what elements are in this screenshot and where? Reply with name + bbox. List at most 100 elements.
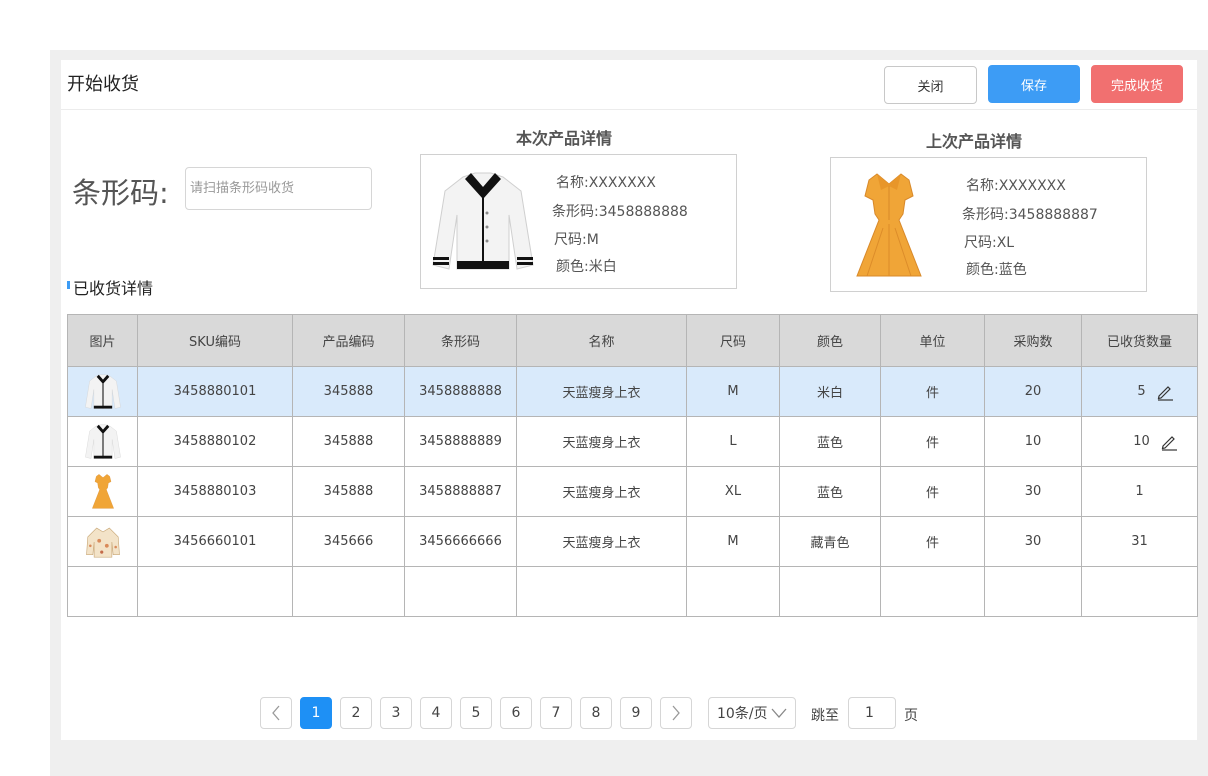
- page-9-button[interactable]: 9: [620, 697, 652, 729]
- page-6-button[interactable]: 6: [500, 697, 532, 729]
- row-received: 5: [1137, 384, 1146, 399]
- page-size-select[interactable]: 10条/页: [708, 697, 796, 729]
- row-unit: 件: [880, 466, 985, 517]
- current-product-size: 尺码:M: [554, 232, 599, 248]
- column-header-unit: 单位: [880, 314, 985, 367]
- column-header-barcode: 条形码: [404, 314, 517, 367]
- row-unit: 件: [880, 416, 985, 467]
- edit-icon[interactable]: [1160, 433, 1178, 451]
- table-row[interactable]: 3456660101 345666 3456666666 天蓝瘦身上衣 M 藏青…: [67, 516, 1198, 567]
- jump-page-input[interactable]: [848, 697, 896, 729]
- page-suffix-label: 页: [904, 708, 918, 724]
- empty-cell: [516, 566, 687, 617]
- row-color: 蓝色: [779, 466, 881, 517]
- empty-cell: [67, 566, 138, 617]
- table-row[interactable]: 3458880102 345888 3458888889 天蓝瘦身上衣 L 蓝色…: [67, 416, 1198, 467]
- column-header-color: 颜色: [779, 314, 881, 367]
- row-barcode: 3458888889: [404, 416, 517, 467]
- yellow-dress-image: [91, 473, 114, 508]
- row-image-cell: [67, 366, 138, 417]
- barcode-label: 条形码:: [72, 176, 169, 210]
- column-header-name: 名称: [516, 314, 687, 367]
- page-size-value: 10条/页: [717, 706, 768, 722]
- row-image-cell: [67, 516, 138, 567]
- last-product-size: 尺码:XL: [964, 235, 1015, 251]
- floral-blouse-image: [85, 527, 120, 558]
- row-received-cell: 10: [1081, 416, 1198, 467]
- row-size: XL: [686, 466, 780, 517]
- row-name: 天蓝瘦身上衣: [516, 516, 687, 567]
- page-2-button[interactable]: 2: [340, 697, 372, 729]
- column-header-size: 尺码: [686, 314, 780, 367]
- edit-icon[interactable]: [1156, 383, 1174, 401]
- row-product-code: 345888: [292, 466, 405, 517]
- yellow-dress-image: [856, 173, 922, 277]
- column-header-product-code: 产品编码: [292, 314, 405, 367]
- last-product-title: 上次产品详情: [926, 132, 1023, 151]
- row-barcode: 3456666666: [404, 516, 517, 567]
- white-cardigan-image: [432, 172, 534, 270]
- row-ordered: 20: [984, 366, 1082, 417]
- white-cardigan-image: [84, 424, 121, 459]
- row-sku: 3458880102: [137, 416, 293, 467]
- page-5-button[interactable]: 5: [460, 697, 492, 729]
- row-name: 天蓝瘦身上衣: [516, 416, 687, 467]
- save-button[interactable]: 保存: [988, 65, 1080, 103]
- column-header-image: 图片: [67, 314, 138, 367]
- row-image-cell: [67, 466, 138, 517]
- row-ordered: 30: [984, 466, 1082, 517]
- row-barcode: 3458888888: [404, 366, 517, 417]
- row-unit: 件: [880, 516, 985, 567]
- current-product-color: 颜色:米白: [556, 259, 617, 275]
- row-product-code: 345888: [292, 366, 405, 417]
- prev-page-button[interactable]: [260, 697, 292, 729]
- empty-cell: [137, 566, 293, 617]
- table-header-row: 图片 SKU编码 产品编码 条形码 名称 尺码 颜色 单位 采购数 已收货数量: [67, 314, 1198, 367]
- row-received: 10: [1133, 434, 1150, 449]
- row-ordered: 30: [984, 516, 1082, 567]
- barcode-scan-input[interactable]: [185, 167, 372, 210]
- row-color: 米白: [779, 366, 881, 417]
- row-sku: 3458880101: [137, 366, 293, 417]
- received-details-title: 已收货详情: [67, 275, 153, 299]
- complete-receiving-button[interactable]: 完成收货: [1091, 65, 1183, 103]
- row-sku: 3458880103: [137, 466, 293, 517]
- row-name: 天蓝瘦身上衣: [516, 466, 687, 517]
- page-7-button[interactable]: 7: [540, 697, 572, 729]
- last-product-barcode: 条形码:3458888887: [962, 207, 1098, 223]
- empty-cell: [292, 566, 405, 617]
- page-4-button[interactable]: 4: [420, 697, 452, 729]
- row-size: M: [686, 366, 780, 417]
- page-8-button[interactable]: 8: [580, 697, 612, 729]
- row-sku: 3456660101: [137, 516, 293, 567]
- empty-table-row: [67, 566, 1198, 617]
- row-product-code: 345888: [292, 416, 405, 467]
- current-product-barcode: 条形码:3458888888: [552, 204, 688, 220]
- row-barcode: 3458888887: [404, 466, 517, 517]
- next-page-button[interactable]: [660, 697, 692, 729]
- empty-cell: [404, 566, 517, 617]
- current-product-panel: 名称:XXXXXXX 条形码:3458888888 尺码:M 颜色:米白: [420, 154, 737, 289]
- chevron-left-icon: [272, 705, 280, 721]
- empty-cell: [880, 566, 985, 617]
- row-product-code: 345666: [292, 516, 405, 567]
- row-color: 藏青色: [779, 516, 881, 567]
- chevron-right-icon: [672, 705, 680, 721]
- page-1-button[interactable]: 1: [300, 697, 332, 729]
- received-items-table: 图片 SKU编码 产品编码 条形码 名称 尺码 颜色 单位 采购数 已收货数量 …: [67, 314, 1198, 617]
- page-3-button[interactable]: 3: [380, 697, 412, 729]
- close-button[interactable]: 关闭: [884, 66, 977, 104]
- jump-to-label: 跳至: [811, 708, 839, 724]
- current-product-title: 本次产品详情: [516, 129, 613, 148]
- column-header-ordered: 采购数: [984, 314, 1082, 367]
- empty-cell: [779, 566, 881, 617]
- row-image-cell: [67, 416, 138, 467]
- table-row[interactable]: 3458880101 345888 3458888888 天蓝瘦身上衣 M 米白…: [67, 366, 1198, 417]
- table-row[interactable]: 3458880103 345888 3458888887 天蓝瘦身上衣 XL 蓝…: [67, 466, 1198, 517]
- row-received: 1: [1081, 466, 1198, 517]
- column-header-received: 已收货数量: [1081, 314, 1198, 367]
- row-size: M: [686, 516, 780, 567]
- row-ordered: 10: [984, 416, 1082, 467]
- empty-cell: [984, 566, 1082, 617]
- last-product-panel: 名称:XXXXXXX 条形码:3458888887 尺码:XL 颜色:蓝色: [830, 157, 1147, 292]
